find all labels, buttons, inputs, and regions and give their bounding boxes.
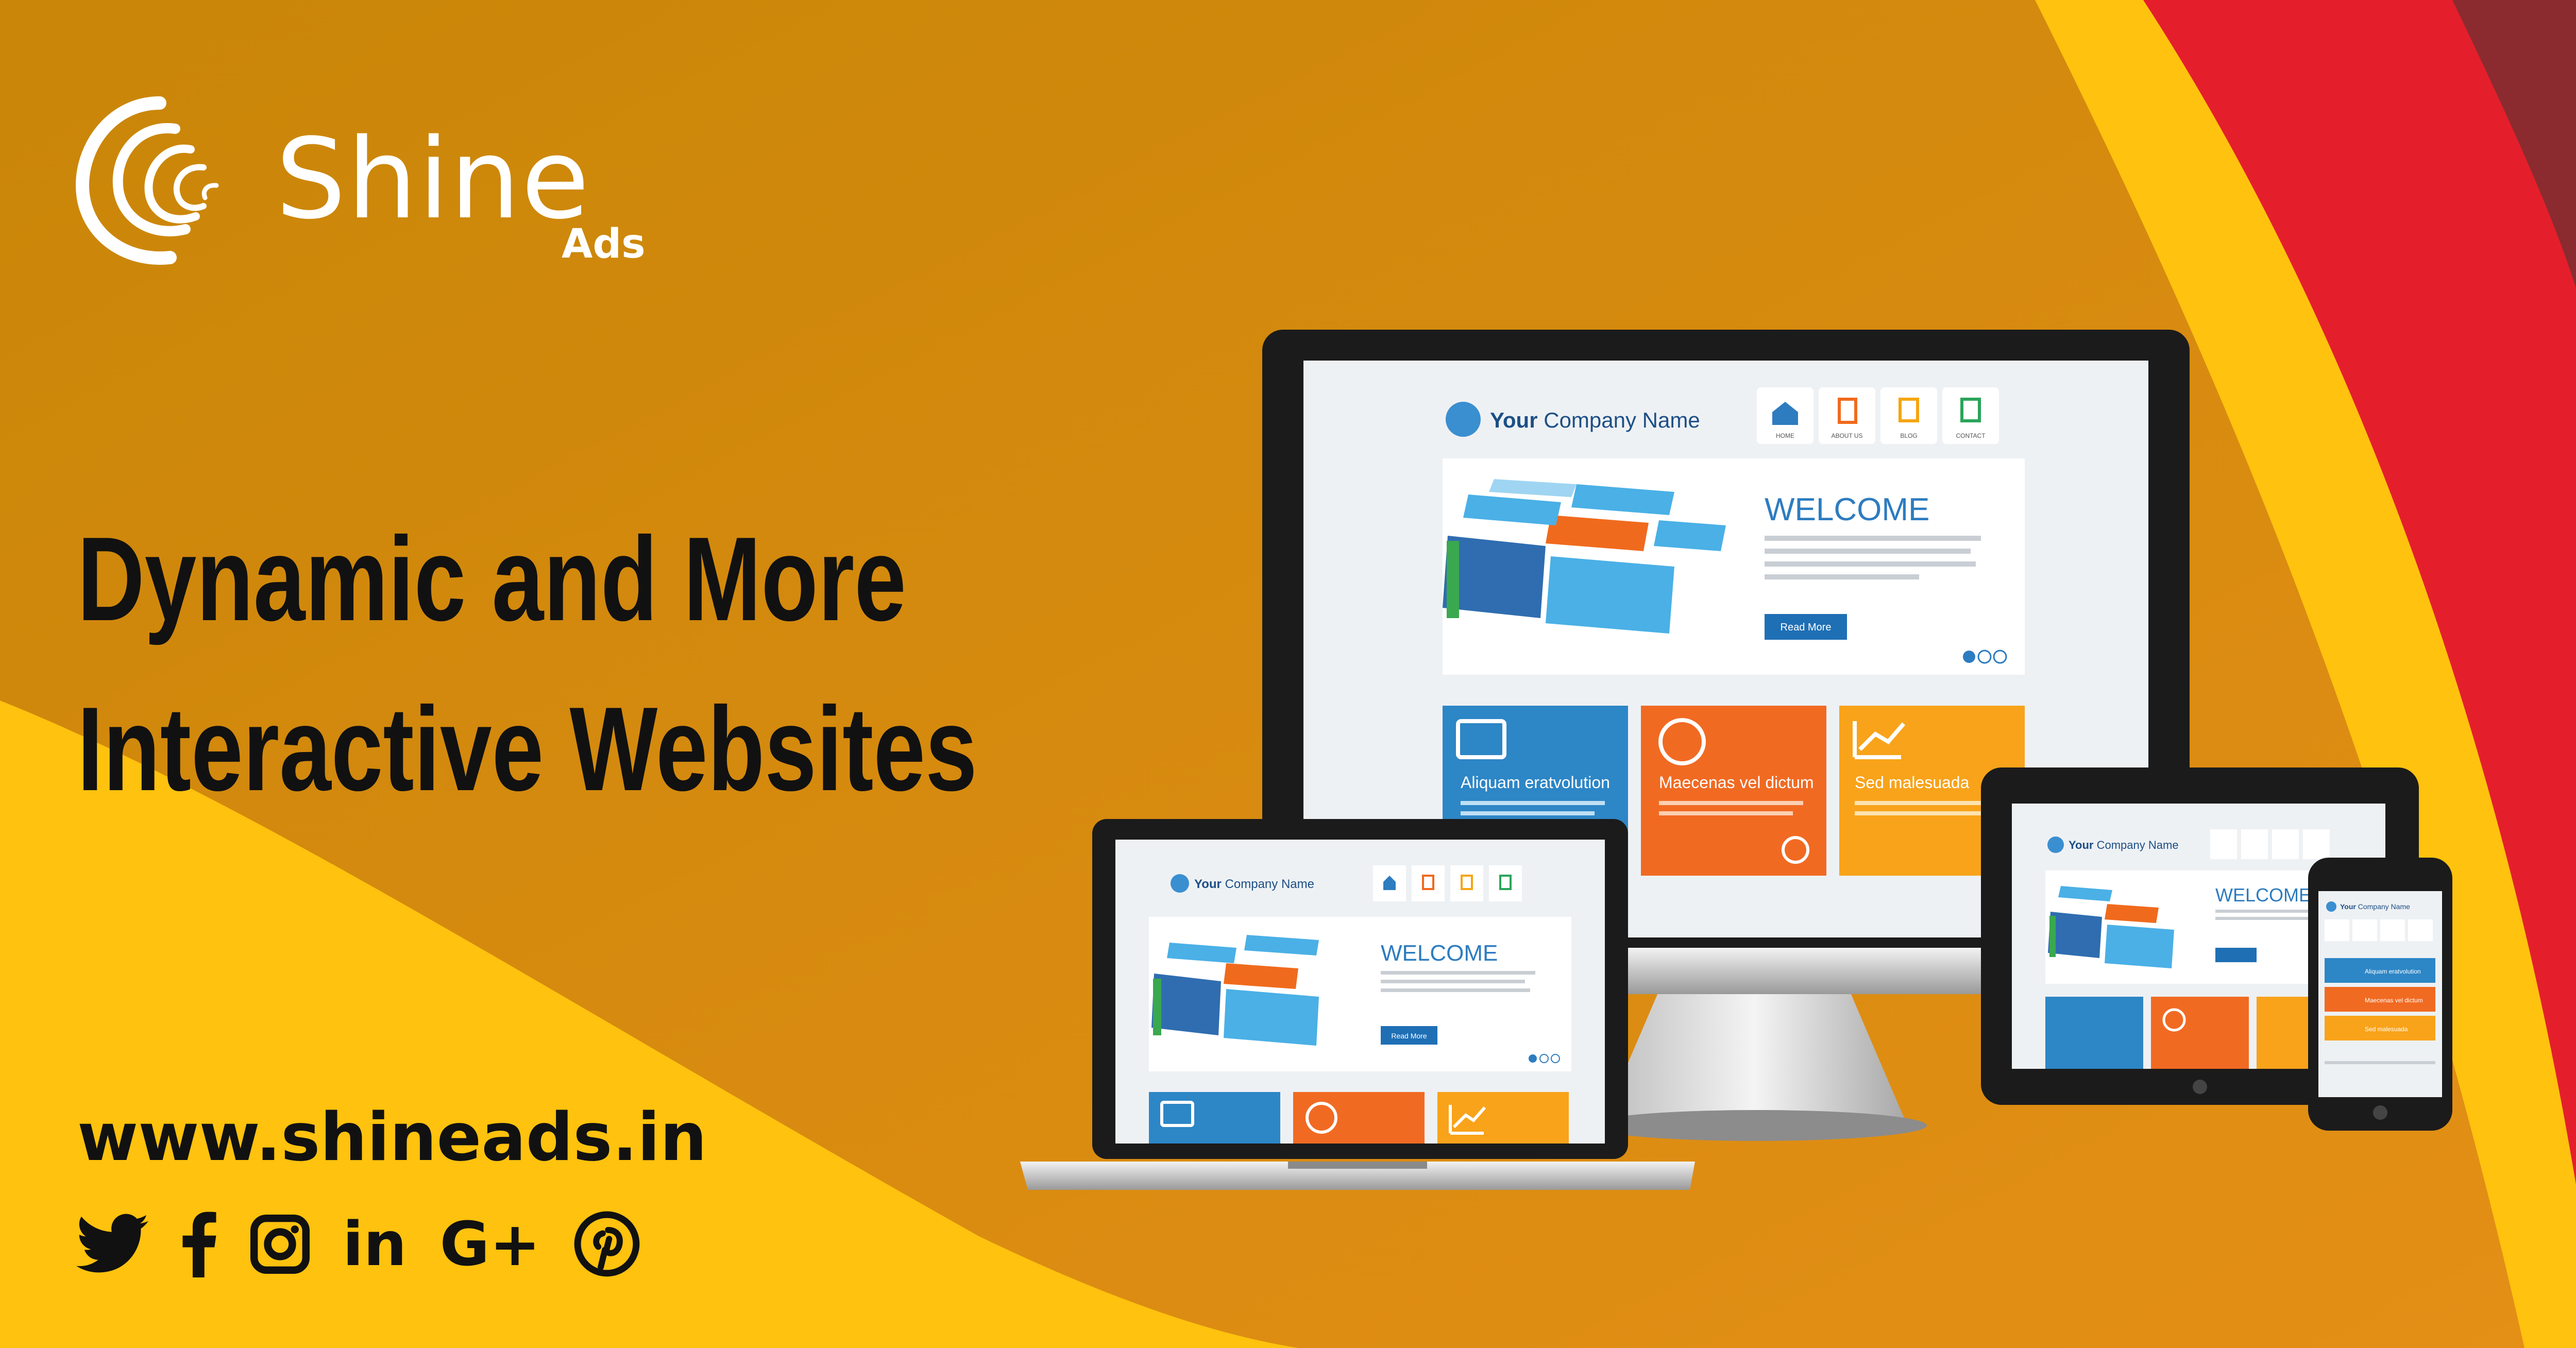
tablet-company-rest: Company Name — [2097, 839, 2179, 851]
svg-text:Your Company Name: Your Company Name — [2069, 839, 2179, 851]
laptop-welcome: WELCOME — [1381, 941, 1498, 966]
desktop-company-rest: Company Name — [1544, 408, 1700, 432]
tablet-company-bold: Your — [2069, 839, 2094, 851]
desktop-read-more: Read More — [1781, 622, 1832, 633]
laptop-company-bold: Your — [1194, 877, 1222, 891]
desktop-tile-3: Sed malesuada — [1855, 773, 1970, 792]
device-mockups: Your Company Name HOME ABOUT US BLOG CON… — [1020, 330, 2452, 1190]
desktop-company-bold: Your — [1490, 408, 1538, 432]
laptop-company-rest: Company Name — [1225, 877, 1314, 891]
desktop-nav-contact: CONTACT — [1956, 432, 1986, 439]
phone-tile-2: Maecenas vel dictum — [2365, 997, 2423, 1004]
laptop: Your Company Name WELCOME Read More — [1020, 819, 1695, 1190]
desktop-tile-2: Maecenas vel dictum — [1659, 773, 1814, 792]
phone-company-rest: Company Name — [2358, 902, 2410, 911]
desktop-welcome: WELCOME — [1765, 492, 1929, 527]
desktop-nav-about: ABOUT US — [1831, 432, 1862, 439]
smartphone: Your Company Name Aliquam eratvolution M… — [2308, 858, 2452, 1131]
phone-tile-3: Sed malesuada — [2365, 1026, 2408, 1033]
desktop-nav-home: HOME — [1776, 432, 1794, 439]
desktop-tile-1: Aliquam eratvolution — [1461, 773, 1610, 792]
phone-tile-1: Aliquam eratvolution — [2365, 968, 2421, 975]
phone-company-bold: Your — [2340, 902, 2356, 911]
tablet-welcome: WELCOME — [2215, 884, 2311, 906]
svg-text:Your Company Name: Your Company Name — [1194, 877, 1314, 891]
svg-text:Your Company Name: Your Company Name — [2340, 902, 2410, 911]
svg-text:Your Company Name: Your Company Name — [1490, 408, 1700, 432]
laptop-read-more: Read More — [1391, 1032, 1427, 1040]
desktop-nav-blog: BLOG — [1900, 432, 1917, 439]
